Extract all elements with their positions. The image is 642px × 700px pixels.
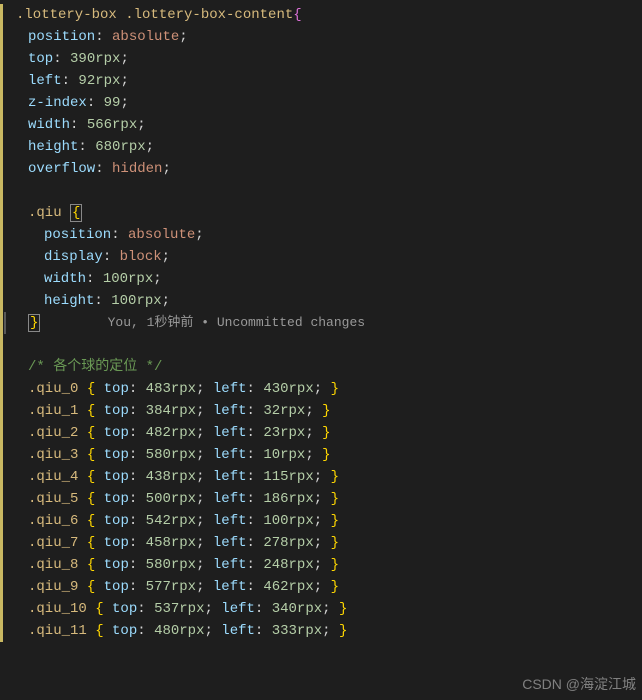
blank-line <box>0 334 642 356</box>
code-editor[interactable]: .lottery-box .lottery-box-content{ posit… <box>0 0 642 646</box>
code-line: .qiu_10 { top: 537rpx; left: 340rpx; } <box>0 598 642 620</box>
code-line: .qiu_9 { top: 577rpx; left: 462rpx; } <box>0 576 642 598</box>
code-line: left: 92rpx; <box>0 70 642 92</box>
code-line: .qiu_3 { top: 580rpx; left: 10rpx; } <box>0 444 642 466</box>
code-line: .qiu_8 { top: 580rpx; left: 248rpx; } <box>0 554 642 576</box>
css-comment: /* 各个球的定位 */ <box>28 359 162 375</box>
code-line: top: 390rpx; <box>0 48 642 70</box>
code-line: height: 680rpx; <box>0 136 642 158</box>
code-line: /* 各个球的定位 */ <box>0 356 642 378</box>
code-line: width: 100rpx; <box>0 268 642 290</box>
code-line: overflow: hidden; <box>0 158 642 180</box>
css-selector: .qiu <box>28 205 62 221</box>
code-line: .qiu_7 { top: 458rpx; left: 278rpx; } <box>0 532 642 554</box>
code-line: .qiu_1 { top: 384rpx; left: 32rpx; } <box>0 400 642 422</box>
code-line: .qiu { <box>0 202 642 224</box>
code-line: .lottery-box .lottery-box-content{ <box>0 4 642 26</box>
code-line: position: absolute; <box>0 224 642 246</box>
code-line: .qiu_4 { top: 438rpx; left: 115rpx; } <box>0 466 642 488</box>
css-selector: .lottery-box .lottery-box-content <box>16 7 293 23</box>
code-line: } You, 1秒钟前 • Uncommitted changes <box>0 312 642 334</box>
code-line: position: absolute; <box>0 26 642 48</box>
code-line: height: 100rpx; <box>0 290 642 312</box>
code-line: .qiu_5 { top: 500rpx; left: 186rpx; } <box>0 488 642 510</box>
code-line: display: block; <box>0 246 642 268</box>
code-line: .qiu_11 { top: 480rpx; left: 333rpx; } <box>0 620 642 642</box>
code-line: z-index: 99; <box>0 92 642 114</box>
watermark-text: CSDN @海淀江城 <box>522 674 636 694</box>
code-line: .qiu_0 { top: 483rpx; left: 430rpx; } <box>0 378 642 400</box>
code-line: .qiu_6 { top: 542rpx; left: 100rpx; } <box>0 510 642 532</box>
blank-line <box>0 180 642 202</box>
code-line: .qiu_2 { top: 482rpx; left: 23rpx; } <box>0 422 642 444</box>
code-line: width: 566rpx; <box>0 114 642 136</box>
codelens-text: You, 1秒钟前 • Uncommitted changes <box>108 315 365 330</box>
